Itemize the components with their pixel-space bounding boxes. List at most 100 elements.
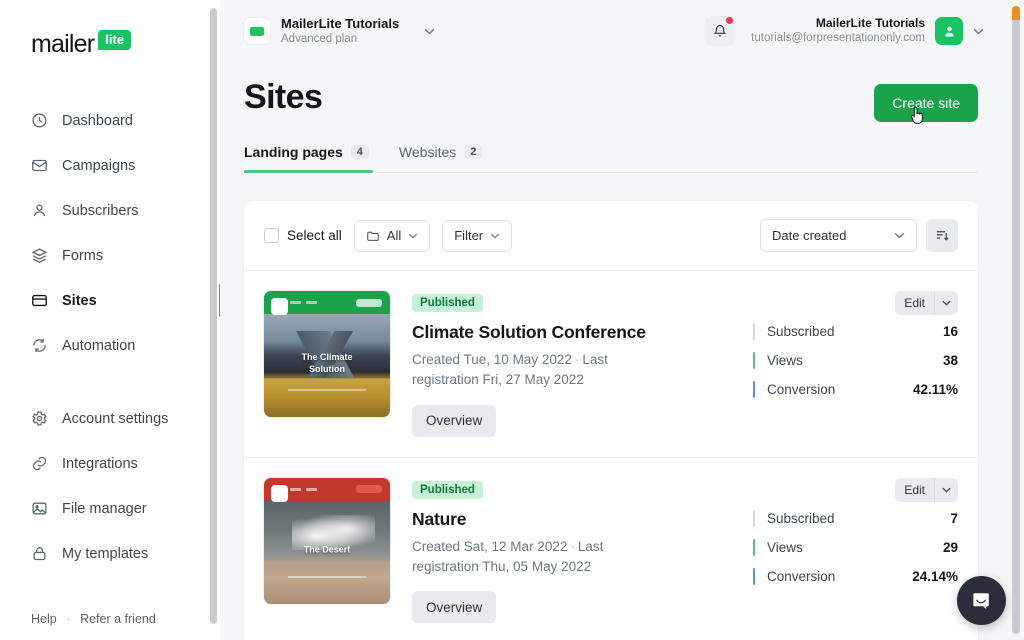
site-name[interactable]: Climate Solution Conference	[412, 322, 731, 343]
sidebar-item-subscribers[interactable]: Subscribers	[0, 188, 220, 233]
sidebar-item-campaigns[interactable]: Campaigns	[0, 143, 220, 188]
folder-filter-label: All	[386, 228, 402, 243]
chevron-down-icon	[942, 300, 951, 306]
account-name: MailerLite Tutorials	[815, 15, 925, 30]
sidebar-nav-primary: Dashboard Campaigns Subscribers Forms Si…	[0, 98, 222, 368]
tab-label: Landing pages	[244, 144, 343, 160]
edit-button[interactable]: Edit	[895, 291, 934, 315]
main-area: MailerLite Tutorials Advanced plan Maile…	[220, 0, 1024, 640]
sites-panel: Select all All Filter Date created The C…	[244, 201, 978, 640]
page-title: Sites	[244, 78, 323, 116]
sidebar-item-automation[interactable]: Automation	[0, 323, 220, 368]
site-thumbnail[interactable]: The Climate Solution	[264, 291, 390, 417]
workspace-switcher[interactable]: MailerLite Tutorials Advanced plan	[244, 16, 435, 47]
logo[interactable]: mailer lite	[0, 0, 220, 80]
notification-dot	[726, 17, 734, 24]
sidebar-item-file-manager[interactable]: File manager	[0, 486, 220, 531]
meta-separator: ·	[574, 352, 580, 367]
topbar: MailerLite Tutorials Advanced plan Maile…	[220, 0, 1024, 62]
site-thumbnail[interactable]: The Desert	[264, 477, 390, 604]
sort-by-select[interactable]: Date created	[760, 219, 917, 252]
stat-label: Subscribed	[767, 510, 835, 526]
stat-conversion: Conversion 42.11%	[753, 375, 958, 404]
main-scrollbar[interactable]	[1012, 6, 1020, 634]
chevron-down-icon	[408, 233, 418, 239]
tab-websites[interactable]: Websites 2	[399, 144, 486, 172]
page-header: Sites Create site	[244, 62, 978, 124]
sidebar-item-sites[interactable]: Sites	[0, 278, 222, 323]
status-badge: Published	[412, 480, 483, 499]
logo-text-mailer: mailer	[31, 30, 95, 58]
stat-label: Conversion	[767, 382, 836, 397]
sidebar-item-label: My templates	[62, 545, 149, 562]
sidebar-item-label: Sites	[62, 292, 97, 309]
sidebar-item-label: File manager	[62, 500, 147, 517]
meta-separator: ·	[570, 538, 575, 554]
person-icon	[31, 202, 48, 219]
stat-value: 38	[942, 353, 958, 368]
refer-a-friend-link[interactable]: Refer a friend	[80, 612, 156, 626]
tabs: Landing pages 4 Websites 2	[244, 144, 978, 173]
folder-filter-button[interactable]: All	[353, 219, 431, 252]
sidebar-scrollbar[interactable]	[210, 8, 217, 624]
sort-direction-button[interactable]	[926, 219, 958, 252]
person-icon	[944, 26, 954, 36]
sidebar-item-label: Account settings	[62, 410, 169, 427]
overview-button[interactable]: Overview	[412, 591, 497, 623]
account-email: tutorials@forpresentationonly.com	[751, 32, 925, 45]
stat-views: Views 38	[753, 346, 958, 375]
site-name[interactable]: Nature	[412, 509, 731, 530]
chevron-down-icon	[894, 232, 905, 239]
stat-views: Views 29	[753, 533, 958, 562]
workspace-name: MailerLite Tutorials	[281, 15, 400, 31]
table-row[interactable]: The Desert Published Nature Created Sat,…	[244, 458, 978, 640]
chat-widget-button[interactable]	[957, 576, 1006, 625]
select-all-checkbox[interactable]	[264, 228, 279, 243]
select-all-label[interactable]: Select all	[287, 228, 342, 243]
status-badge: Published	[412, 294, 483, 312]
site-created: Created Tue, 10 May 2022	[412, 352, 572, 367]
site-info: Published Nature Created Sat, 12 Mar 202…	[412, 478, 731, 623]
envelope-icon	[31, 157, 48, 174]
edit-menu-button[interactable]	[934, 291, 958, 315]
edit-button[interactable]: Edit	[895, 477, 934, 502]
filter-button[interactable]: Filter	[442, 219, 513, 252]
list-toolbar: Select all All Filter Date created	[244, 201, 978, 271]
sidebar-item-dashboard[interactable]: Dashboard	[0, 98, 220, 143]
sidebar-item-integrations[interactable]: Integrations	[0, 441, 220, 486]
account-menu[interactable]: MailerLite Tutorials tutorials@forpresen…	[751, 16, 984, 47]
page-content: Sites Create site Landing pages 4 Websit…	[220, 62, 1024, 640]
logo-badge-lite: lite	[98, 29, 132, 50]
sidebar-item-my-templates[interactable]: My templates	[0, 531, 220, 576]
stat-label: Conversion	[767, 568, 836, 584]
help-link[interactable]: Help	[31, 612, 57, 626]
workspace-logo-icon	[244, 18, 270, 44]
tab-landing-pages[interactable]: Landing pages 4	[244, 144, 373, 173]
site-select-checkbox[interactable]	[271, 298, 288, 315]
gear-icon	[31, 410, 48, 427]
site-meta: Created Tue, 10 May 2022 · Last registrati…	[412, 350, 642, 391]
sidebar-item-account-settings[interactable]: Account settings	[0, 396, 220, 441]
chevron-down-icon	[942, 487, 951, 493]
thumbnail-hero: The Climate Solution	[264, 314, 390, 417]
create-site-button[interactable]: Create site	[874, 84, 978, 124]
layers-icon	[31, 247, 48, 264]
chevron-down-icon	[424, 28, 435, 35]
notifications-button[interactable]	[705, 16, 736, 46]
sidebar-item-label: Campaigns	[62, 157, 136, 174]
site-select-checkbox[interactable]	[271, 484, 288, 502]
sidebar-item-forms[interactable]: Forms	[0, 233, 220, 278]
filter-label: Filter	[454, 228, 484, 243]
stat-value: 24.14%	[912, 568, 958, 584]
site-created: Created Sat, 12 Mar 2022	[412, 538, 568, 554]
stat-conversion: Conversion 24.14%	[753, 562, 958, 591]
edit-menu-button[interactable]	[934, 477, 958, 502]
avatar	[935, 17, 963, 45]
chat-icon	[971, 590, 993, 612]
table-row[interactable]: The Climate Solution Published Climate So…	[244, 271, 978, 458]
stat-subscribed: Subscribed 7	[753, 504, 958, 533]
refresh-icon	[31, 337, 48, 354]
overview-button[interactable]: Overview	[412, 404, 497, 437]
sidebar-item-label: Integrations	[62, 455, 138, 472]
chevron-down-icon	[973, 28, 984, 35]
